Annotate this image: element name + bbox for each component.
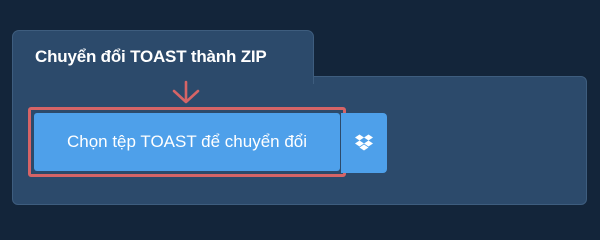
arrow-down-icon (172, 80, 200, 104)
choose-file-button[interactable]: Chọn tệp TOAST để chuyển đổi (34, 113, 340, 171)
tab-title: Chuyển đổi TOAST thành ZIP (35, 47, 267, 66)
dropbox-button[interactable] (341, 113, 387, 173)
dropbox-icon (355, 134, 373, 151)
tab-panel-join (13, 75, 313, 79)
